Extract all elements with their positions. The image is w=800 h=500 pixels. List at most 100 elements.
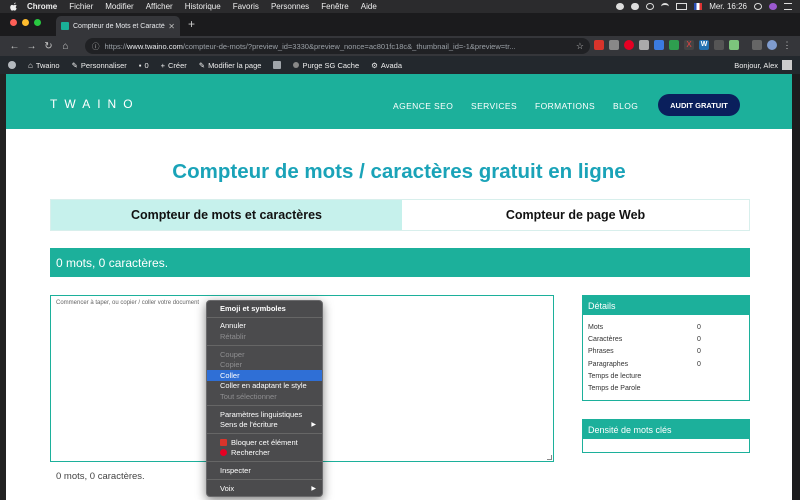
wp-avada[interactable]: ⚙ Avada [371,61,402,70]
url-host: www.twaino.com [127,41,183,51]
tab-web-page-counter[interactable]: Compteur de page Web [402,200,749,230]
wp-customize[interactable]: ✎ Personnaliser [72,61,127,70]
address-bar[interactable]: ⓘ https:// www.twaino.com /compteur-de-m… [85,38,590,54]
menu-coller[interactable]: Coller [207,369,322,381]
wifi-icon[interactable] [661,3,670,10]
home-icon[interactable]: ⌂ [57,41,74,52]
menu-rechercher[interactable]: Rechercher [207,448,322,459]
close-window-button[interactable] [10,19,17,26]
siri-icon[interactable] [769,3,777,10]
wp-site-name[interactable]: ⌂ Twaino [28,61,60,70]
extension-blue-icon[interactable] [654,40,664,50]
clock[interactable]: Mer. 16:26 [709,2,747,11]
detail-row: Phrases 0 [588,348,701,356]
menu-retablir[interactable]: Rétablir [207,331,322,342]
url-path: /compteur-de-mots/?preview_id=3330&previ… [182,41,516,51]
extension-grid-icon[interactable] [639,40,649,50]
menu-personnes[interactable]: Personnes [271,2,309,11]
extension-dark-icon[interactable] [714,40,724,50]
nav-services[interactable]: SERVICES [471,101,517,111]
menu-favoris[interactable]: Favoris [233,2,259,11]
back-icon[interactable]: ← [6,41,23,52]
extension-green-icon[interactable] [729,40,739,50]
pinterest-extension-icon[interactable] [624,40,634,50]
creative-cloud-icon[interactable] [616,3,625,10]
menu-aide[interactable]: Aide [361,2,377,11]
zoom-window-button[interactable] [34,19,41,26]
flag-icon[interactable] [694,3,703,10]
screenshot: { "macos_menu": { "items": ["Chrome","Fi… [0,0,800,500]
wp-edit-page[interactable]: ✎ Modifier la page [199,61,262,70]
extension-gray-icon[interactable] [609,40,619,50]
nav-blog[interactable]: BLOG [613,101,638,111]
menu-parametres-linguistiques[interactable]: Paramètres linguistiques [207,409,322,420]
menu-historique[interactable]: Historique [185,2,221,11]
bookmark-star-icon[interactable]: ☆ [576,41,584,52]
tab-word-counter[interactable]: Compteur de mots et caractères [51,200,402,230]
extension-x-icon[interactable]: X [684,40,694,50]
chrome-menu-icon[interactable]: ⋮ [782,40,792,50]
twaino-favicon [61,22,69,30]
wp-account[interactable]: Bonjour, Alex [734,60,792,70]
menu-sens-ecriture[interactable]: Sens de l'écriture ▶ [207,419,322,430]
menu-inspecter[interactable]: Inspecter [207,465,322,476]
info-icon[interactable]: ⓘ [92,41,100,52]
menu-separator [207,432,322,434]
new-tab-icon[interactable]: + [188,17,195,31]
menu-coller-style[interactable]: Coller en adaptant le style [207,381,322,392]
sync-icon[interactable] [646,3,655,10]
wordpress-extension-icon[interactable]: W [699,40,709,50]
audit-gratuit-button[interactable]: AUDIT GRATUIT [658,94,740,116]
apple-icon[interactable] [8,1,19,12]
menu-emoji[interactable]: Emoji et symboles [207,303,322,314]
profile-avatar-icon[interactable] [767,40,777,50]
minimize-window-button[interactable] [22,19,29,26]
menu-copier[interactable]: Copier [207,359,322,370]
close-tab-icon[interactable]: ✕ [168,22,175,31]
cloud-icon[interactable] [631,3,640,10]
control-center-icon[interactable] [784,3,792,10]
menu-tout-selectionner[interactable]: Tout sélectionner [207,391,322,402]
density-title: Densité de mots clés [583,420,749,439]
site-logo[interactable]: TWAINO [50,97,140,111]
resize-handle[interactable] [547,455,552,460]
forward-icon[interactable]: → [23,41,40,52]
menu-fichier[interactable]: Fichier [69,2,93,11]
nav-formations[interactable]: FORMATIONS [535,101,595,111]
browser-tab[interactable]: Compteur de Mots et Caractères ✕ [56,16,180,36]
density-panel: Densité de mots clés [582,419,750,453]
menu-modifier[interactable]: Modifier [105,2,133,11]
home-icon: ⌂ [28,60,33,70]
wordpress-logo-icon[interactable] [8,61,16,69]
reload-icon[interactable]: ↻ [40,41,57,52]
menu-bloquer[interactable]: Bloquer cet élément [207,437,322,448]
menu-annuler[interactable]: Annuler [207,321,322,332]
search-icon[interactable] [754,3,762,10]
pencil-icon: ✎ [198,60,206,70]
avada-icon: ⚙ [371,60,378,70]
menu-separator [207,478,322,480]
menu-couper[interactable]: Couper [207,349,322,360]
brush-icon: ✎ [71,60,78,70]
wp-comments[interactable]: ▪ 0 [139,61,149,70]
wp-admin-bar: ⌂ Twaino ✎ Personnaliser ▪ 0 + Créer ✎ Modifi… [0,56,800,74]
nav-agence-seo[interactable]: AGENCE SEO [393,101,453,111]
extensions-puzzle-icon[interactable] [752,40,762,50]
menu-afficher[interactable]: Afficher [146,2,173,11]
battery-icon[interactable] [676,3,688,10]
menu-fenetre[interactable]: Fenêtre [321,2,349,11]
submenu-arrow-icon: ▶ [311,485,316,492]
menu-voix[interactable]: Voix ▶ [207,483,322,494]
browser-toolbar: ← → ↻ ⌂ ⓘ https:// www.twaino.com /compt… [0,36,800,56]
yoast-icon[interactable] [273,61,282,69]
context-menu: Emoji et symboles Annuler Rétablir Coupe… [206,300,323,497]
url-scheme: https:// [104,41,128,51]
menu-chrome[interactable]: Chrome [27,2,57,11]
wp-new[interactable]: + Créer [161,61,187,70]
tab-title: Compteur de Mots et Caractères [73,22,166,30]
extension-red-icon[interactable] [594,40,604,50]
extension-check-icon[interactable] [669,40,679,50]
menu-separator [207,461,322,463]
wp-purge-cache[interactable]: Purge SG Cache [293,61,359,70]
comment-icon: ▪ [138,60,142,70]
